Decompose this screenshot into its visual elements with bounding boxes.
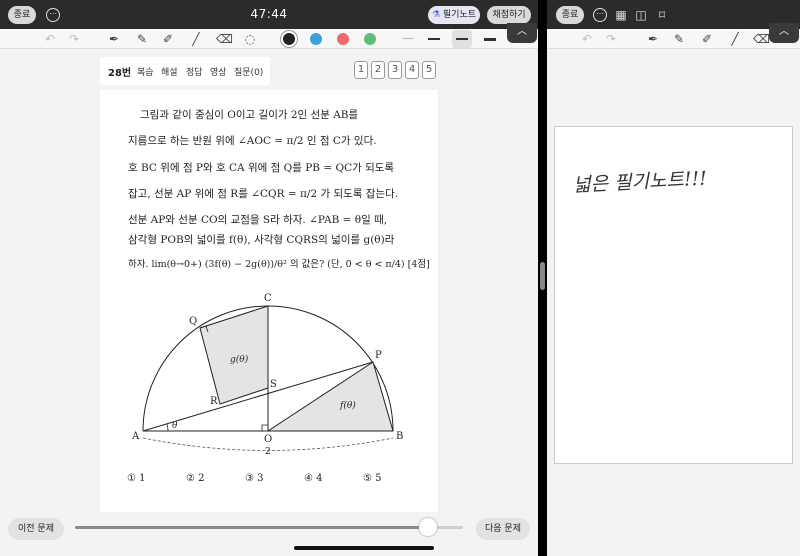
- undo-icon[interactable]: ↶: [42, 31, 58, 47]
- note-topbar: 종료 ⋯ ▦ ◫ ⌑: [547, 0, 800, 29]
- progress-slider[interactable]: [75, 526, 463, 529]
- columns-icon[interactable]: ◫: [633, 7, 649, 23]
- split-grip[interactable]: [540, 262, 545, 290]
- page-5-button[interactable]: 5: [422, 61, 436, 79]
- label-A: A: [131, 431, 140, 442]
- note-collapse-toolbar-button[interactable]: ︿: [769, 23, 799, 43]
- note-page[interactable]: 넓은 필기노트!!!: [554, 126, 793, 464]
- page-3-button[interactable]: 3: [388, 61, 402, 79]
- color-blue[interactable]: [310, 33, 322, 45]
- split-divider[interactable]: [538, 0, 547, 556]
- question-line: 그림과 같이 중심이 O이고 길이가 2인 선분 AB를: [140, 109, 359, 121]
- lasso-icon[interactable]: ◌: [242, 31, 258, 47]
- choice-4[interactable]: ④ 4: [304, 473, 323, 484]
- pencil-icon[interactable]: ✎: [134, 31, 150, 47]
- pen-icon[interactable]: ✒: [645, 31, 661, 47]
- line-icon[interactable]: ╱: [188, 31, 204, 47]
- more-icon[interactable]: ⋯: [593, 8, 607, 22]
- color-green[interactable]: [364, 33, 376, 45]
- choice-5[interactable]: ⑤ 5: [363, 473, 382, 484]
- highlighter-icon[interactable]: ✐: [160, 31, 176, 47]
- prev-question-button[interactable]: 이전 문제: [8, 518, 64, 540]
- progress-slider-fill: [75, 526, 429, 529]
- question-number: 28번: [108, 68, 132, 79]
- eraser-icon[interactable]: ⌫: [216, 31, 233, 47]
- color-red[interactable]: [337, 33, 349, 45]
- drawing-toolbar: ↶ ↷ ✒ ✎ ✐ ╱ ⌫ ◌: [0, 29, 538, 49]
- collapse-toolbar-button[interactable]: ︿: [507, 23, 537, 43]
- choice-3[interactable]: ③ 3: [245, 473, 264, 484]
- question-line: 선분 AP와 선분 CO의 교점을 S라 하자. ∠PAB = θ일 때,: [128, 214, 388, 226]
- page-2-button[interactable]: 2: [371, 61, 385, 79]
- eraser-icon[interactable]: ⌫: [753, 31, 770, 47]
- pen-icon[interactable]: ✒: [106, 31, 122, 47]
- choice-2[interactable]: ② 2: [186, 473, 205, 484]
- tab-questions[interactable]: 질문(0): [234, 65, 263, 78]
- grade-button[interactable]: 채점하기: [487, 6, 531, 24]
- bookmark-icon[interactable]: ⌑: [654, 7, 670, 23]
- problem-pane: 종료 ⋯ 47:44 ⚗ 필기노트 채점하기 ↶ ↷ ✒ ✎ ✐ ╱ ⌫ ◌ ︿…: [0, 0, 538, 556]
- note-exit-button[interactable]: 종료: [556, 6, 584, 24]
- pencil-icon[interactable]: ✎: [671, 31, 687, 47]
- label-P: P: [375, 350, 382, 361]
- tab-answer[interactable]: 정답: [186, 65, 203, 78]
- redo-icon[interactable]: ↷: [66, 31, 82, 47]
- label-theta: θ: [172, 421, 178, 431]
- label-B: B: [396, 431, 403, 442]
- line-icon[interactable]: ╱: [727, 31, 743, 47]
- label-f: f(θ): [339, 400, 356, 411]
- stroke-bold[interactable]: [484, 38, 496, 41]
- choice-1[interactable]: ① 1: [127, 473, 146, 484]
- undo-icon[interactable]: ↶: [579, 31, 595, 47]
- page-1-button[interactable]: 1: [354, 61, 368, 79]
- bottom-bar: [0, 514, 538, 556]
- grid-icon[interactable]: ▦: [613, 7, 629, 23]
- label-Q: Q: [189, 316, 197, 327]
- stroke-thick[interactable]: [456, 38, 468, 40]
- label-S: S: [270, 379, 277, 390]
- highlighter-icon[interactable]: ✐: [699, 31, 715, 47]
- handwritten-text: 넓은 필기노트!!!: [572, 167, 708, 197]
- question-line: 지름으로 하는 반원 위에 ∠AOC = π/2 인 점 C가 있다.: [128, 135, 377, 147]
- tab-review[interactable]: 복습: [137, 65, 154, 78]
- tab-explanation[interactable]: 해설: [161, 65, 178, 78]
- stroke-medium[interactable]: [428, 38, 440, 40]
- note-drawing-toolbar: ↶ ↷ ✒ ✎ ✐ ╱ ⌫: [547, 29, 800, 49]
- problem-topbar: 종료 ⋯ 47:44 ⚗ 필기노트 채점하기: [0, 0, 538, 29]
- note-button[interactable]: ⚗ 필기노트: [428, 6, 480, 24]
- label-O: O: [264, 434, 272, 445]
- geometry-figure: A B C O P Q R S θ g(θ) f(θ) 2: [131, 293, 403, 457]
- redo-icon[interactable]: ↷: [603, 31, 619, 47]
- page-4-button[interactable]: 4: [405, 61, 419, 79]
- question-line: 삼각형 POB의 넓이를 f(θ), 사각형 CQRS의 넓이를 g(θ)라: [128, 234, 395, 246]
- flask-icon: ⚗: [431, 10, 441, 20]
- label-g: g(θ): [230, 354, 249, 365]
- color-black[interactable]: [283, 33, 295, 45]
- question-line: 잡고, 선분 AP 위에 점 R를 ∠CQR = π/2 가 되도록 잡는다.: [128, 188, 399, 200]
- tab-video[interactable]: 영상: [210, 65, 227, 78]
- note-pane: 종료 ⋯ ▦ ◫ ⌑ ↶ ↷ ✒ ✎ ✐ ╱ ⌫ ︿ 넓은 필기노트!!!: [547, 0, 800, 556]
- label-C: C: [264, 293, 272, 304]
- next-question-button[interactable]: 다음 문제: [476, 518, 530, 540]
- stroke-thin[interactable]: [402, 38, 414, 39]
- label-two: 2: [265, 447, 271, 457]
- progress-slider-knob[interactable]: [419, 518, 438, 536]
- question-line: 하자. lim(θ→0+) (3f(θ) − 2g(θ))/θ² 의 값은? (…: [128, 259, 430, 270]
- home-indicator: [294, 546, 434, 550]
- question-line: 호 BC 위에 점 P와 호 CA 위에 점 Q를 PB = QC가 되도록: [128, 162, 395, 174]
- label-R: R: [210, 396, 218, 407]
